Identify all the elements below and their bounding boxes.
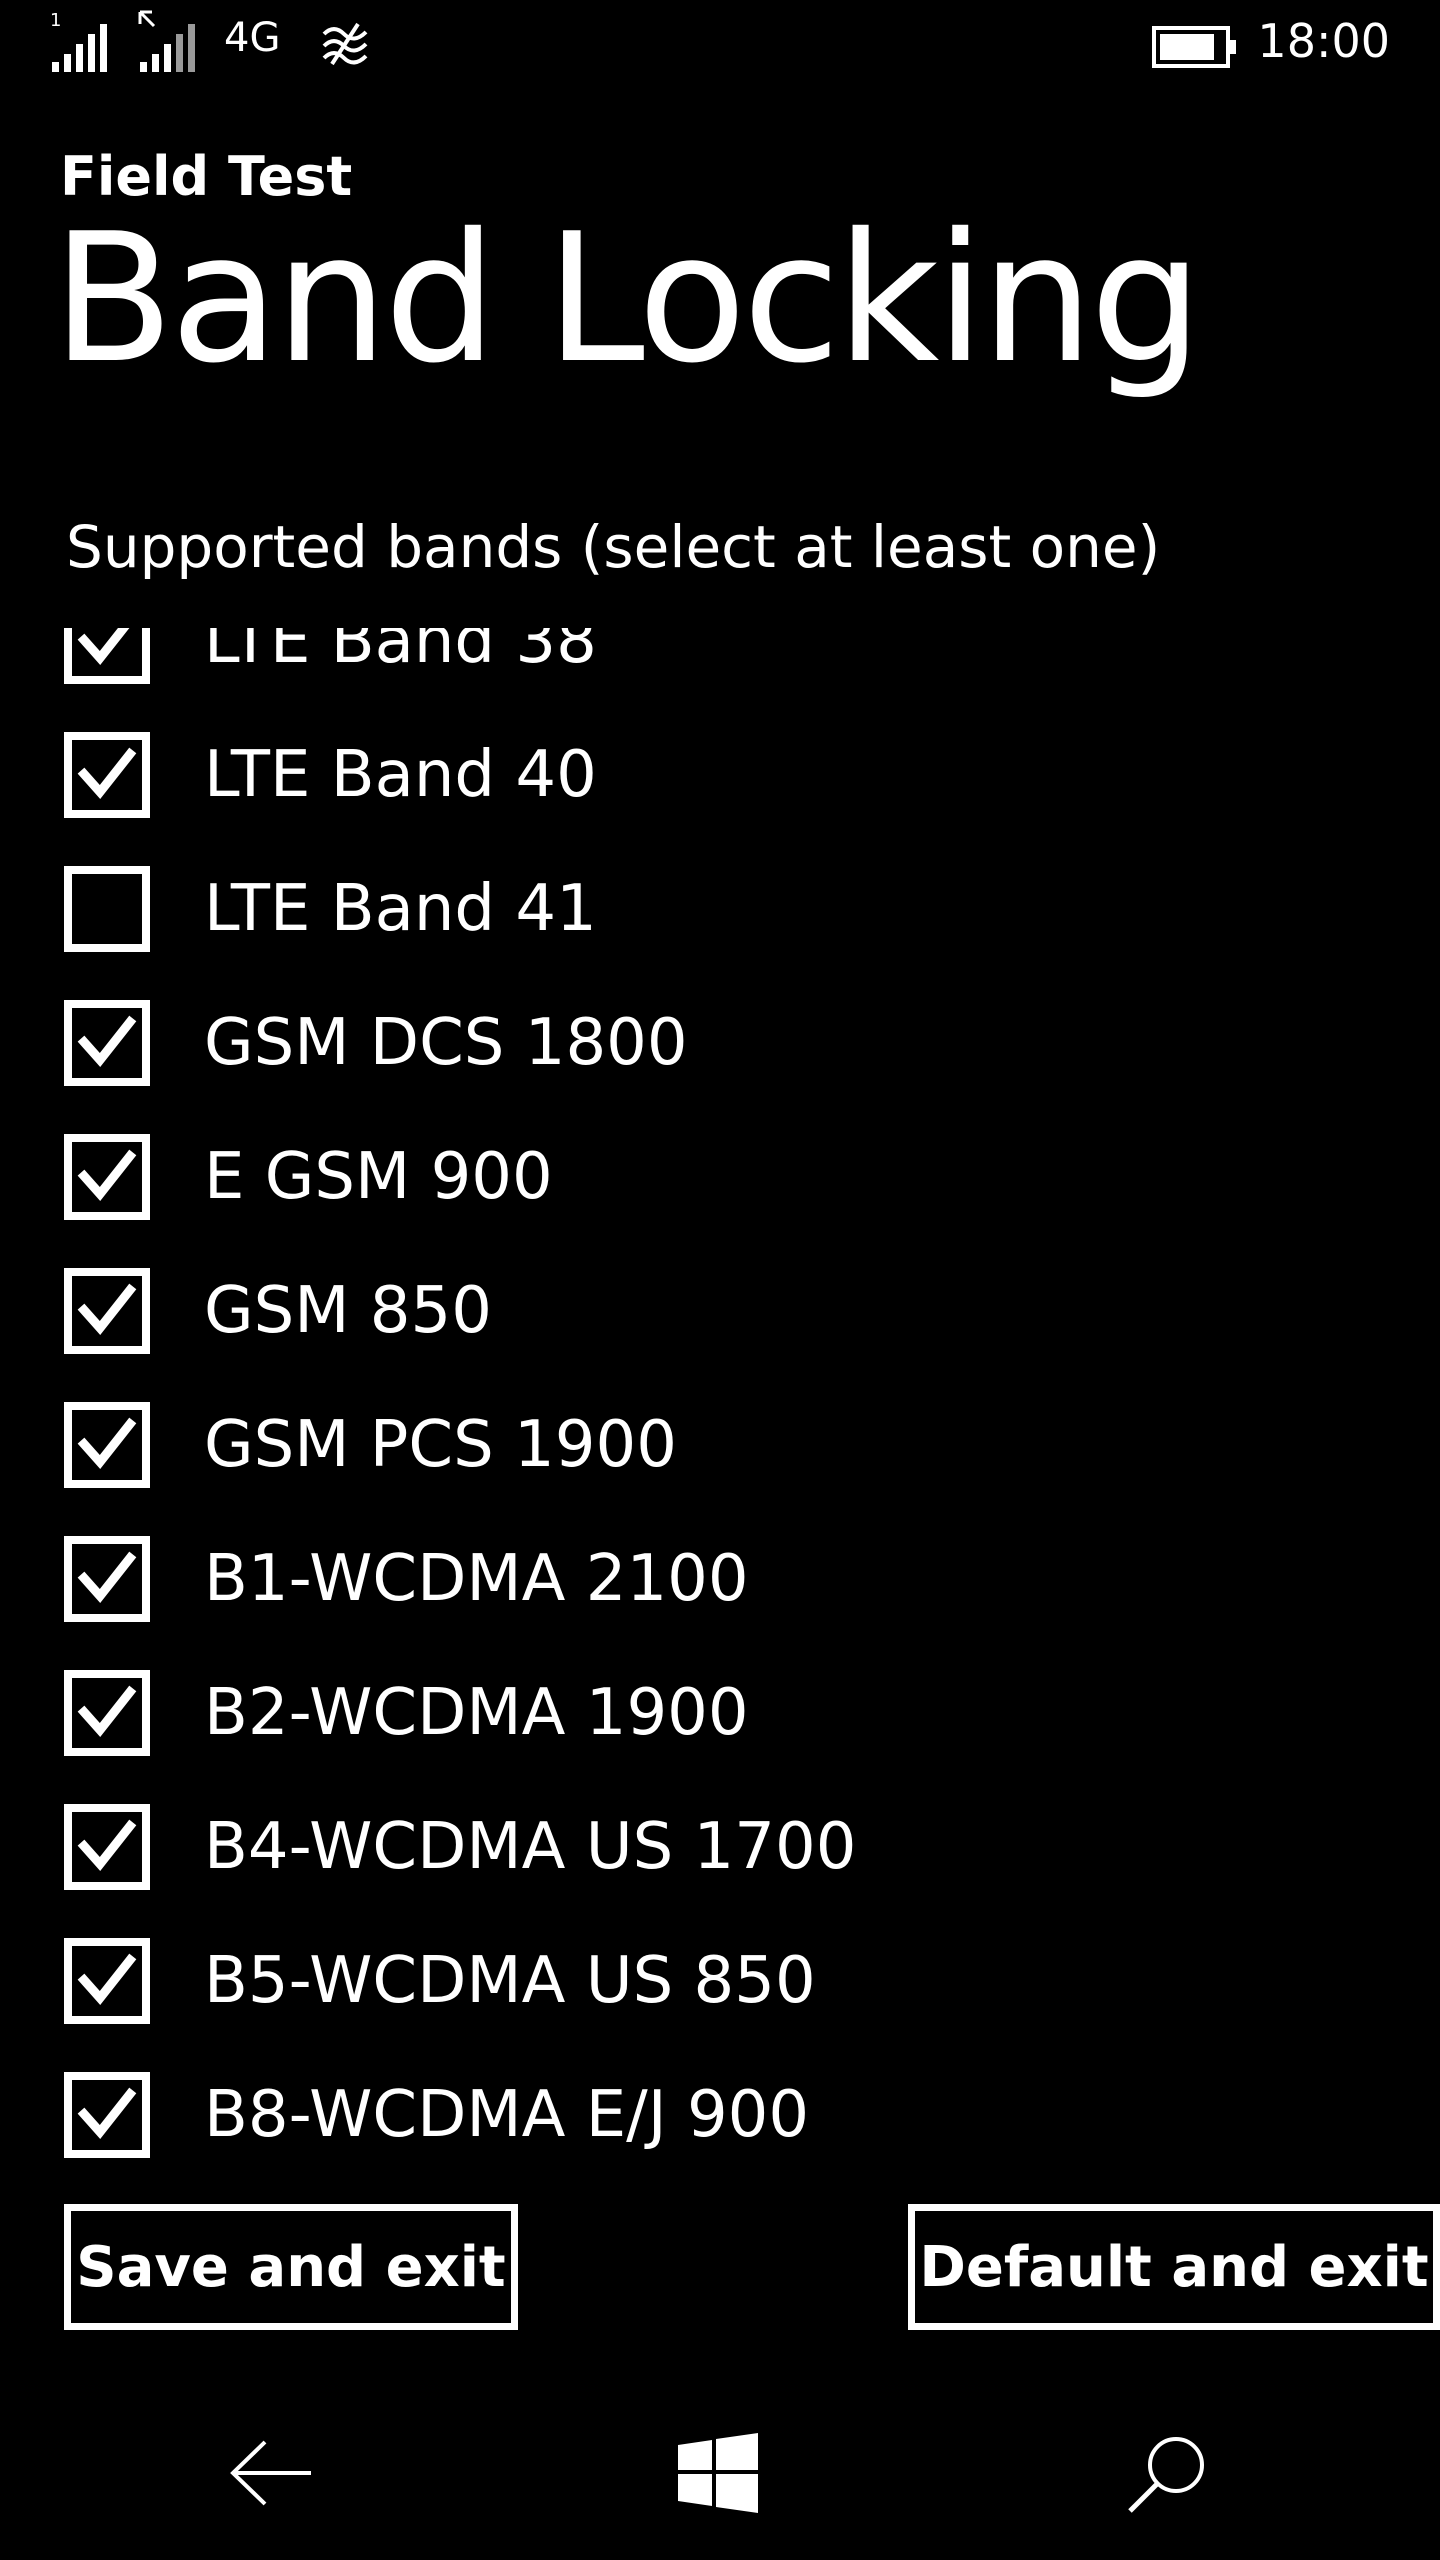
checkmark-icon: [77, 1417, 137, 1470]
network-type: 4G: [224, 15, 281, 61]
band-item[interactable]: LTE Band 40: [0, 684, 1440, 818]
checkmark-icon: [77, 1015, 137, 1068]
band-item[interactable]: LTE Band 41: [0, 818, 1440, 952]
search-button[interactable]: [1108, 2418, 1228, 2528]
screen: 1 4G 18:00 Field Test Band Locking Suppo…: [0, 0, 1440, 2560]
band-label: E GSM 900: [204, 1140, 553, 1214]
band-checkbox[interactable]: [64, 866, 150, 952]
back-button[interactable]: [212, 2418, 332, 2528]
band-checkbox[interactable]: [64, 1804, 150, 1890]
band-label: LTE Band 41: [204, 872, 597, 946]
checkmark-icon: [77, 1551, 137, 1604]
back-arrow-icon: [230, 2440, 311, 2506]
start-button[interactable]: [658, 2418, 778, 2528]
band-label: GSM DCS 1800: [204, 1006, 688, 1080]
svg-text:1: 1: [50, 10, 61, 31]
band-label: LTE Band 38: [204, 628, 597, 678]
status-bar: 1 4G 18:00: [0, 0, 1440, 95]
band-checkbox[interactable]: [64, 1536, 150, 1622]
band-item[interactable]: GSM 850: [0, 1220, 1440, 1354]
band-item[interactable]: B8-WCDMA E/J 900: [0, 2024, 1440, 2158]
search-icon: [1128, 2437, 1204, 2513]
band-label: B4-WCDMA US 1700: [204, 1810, 857, 1884]
band-label: B2-WCDMA 1900: [204, 1676, 749, 1750]
band-checkbox[interactable]: [64, 1938, 150, 2024]
band-item[interactable]: GSM DCS 1800: [0, 952, 1440, 1086]
band-label: B8-WCDMA E/J 900: [204, 2078, 810, 2152]
band-checkbox[interactable]: [64, 1670, 150, 1756]
band-label: GSM 850: [204, 1274, 492, 1348]
checkmark-icon: [77, 1283, 137, 1336]
roaming-signal-icon: [138, 10, 195, 72]
windows-start-icon: [678, 2433, 758, 2513]
wifi-icon: [322, 22, 368, 66]
band-checkbox[interactable]: [64, 732, 150, 818]
checkmark-icon: [77, 1819, 137, 1872]
checkmark-icon: [77, 1685, 137, 1738]
checkmark-icon: [77, 1953, 137, 2006]
band-checkbox[interactable]: [64, 2072, 150, 2158]
band-checkbox[interactable]: [64, 1134, 150, 1220]
band-list-viewport[interactable]: LTE Band 38 LTE Band 40 LTE Band 41 GSM DCS…: [0, 628, 1440, 2168]
signal-strength-icon: 1: [50, 10, 107, 72]
band-item[interactable]: B2-WCDMA 1900: [0, 1622, 1440, 1756]
band-checkbox[interactable]: [64, 1402, 150, 1488]
band-item[interactable]: B1-WCDMA 2100: [0, 1488, 1440, 1622]
clock: 18:00: [1257, 14, 1390, 68]
band-checkbox[interactable]: [64, 1268, 150, 1354]
band-label: GSM PCS 1900: [204, 1408, 677, 1482]
battery-icon: [1152, 26, 1236, 68]
band-item[interactable]: B4-WCDMA US 1700: [0, 1756, 1440, 1890]
band-checkbox[interactable]: [64, 628, 150, 684]
checkmark-icon: [77, 1149, 137, 1202]
navigation-bar: [0, 2380, 1440, 2560]
page-title: Band Locking: [52, 195, 1203, 402]
band-item[interactable]: LTE Band 38: [0, 628, 1440, 684]
band-label: B5-WCDMA US 850: [204, 1944, 816, 2018]
section-label: Supported bands (select at least one): [66, 513, 1161, 581]
band-checkbox[interactable]: [64, 1000, 150, 1086]
band-label: B1-WCDMA 2100: [204, 1542, 749, 1616]
checkmark-icon: [77, 747, 137, 800]
default-and-exit-button[interactable]: Default and exit: [908, 2204, 1440, 2330]
band-item[interactable]: E GSM 900: [0, 1086, 1440, 1220]
band-list: LTE Band 38 LTE Band 40 LTE Band 41 GSM DCS…: [0, 628, 1440, 2158]
save-and-exit-button[interactable]: Save and exit: [64, 2204, 518, 2330]
band-label: LTE Band 40: [204, 738, 597, 812]
band-item[interactable]: B5-WCDMA US 850: [0, 1890, 1440, 2024]
checkmark-icon: [77, 628, 130, 666]
checkmark-icon: [77, 2087, 137, 2140]
band-item[interactable]: GSM PCS 1900: [0, 1354, 1440, 1488]
